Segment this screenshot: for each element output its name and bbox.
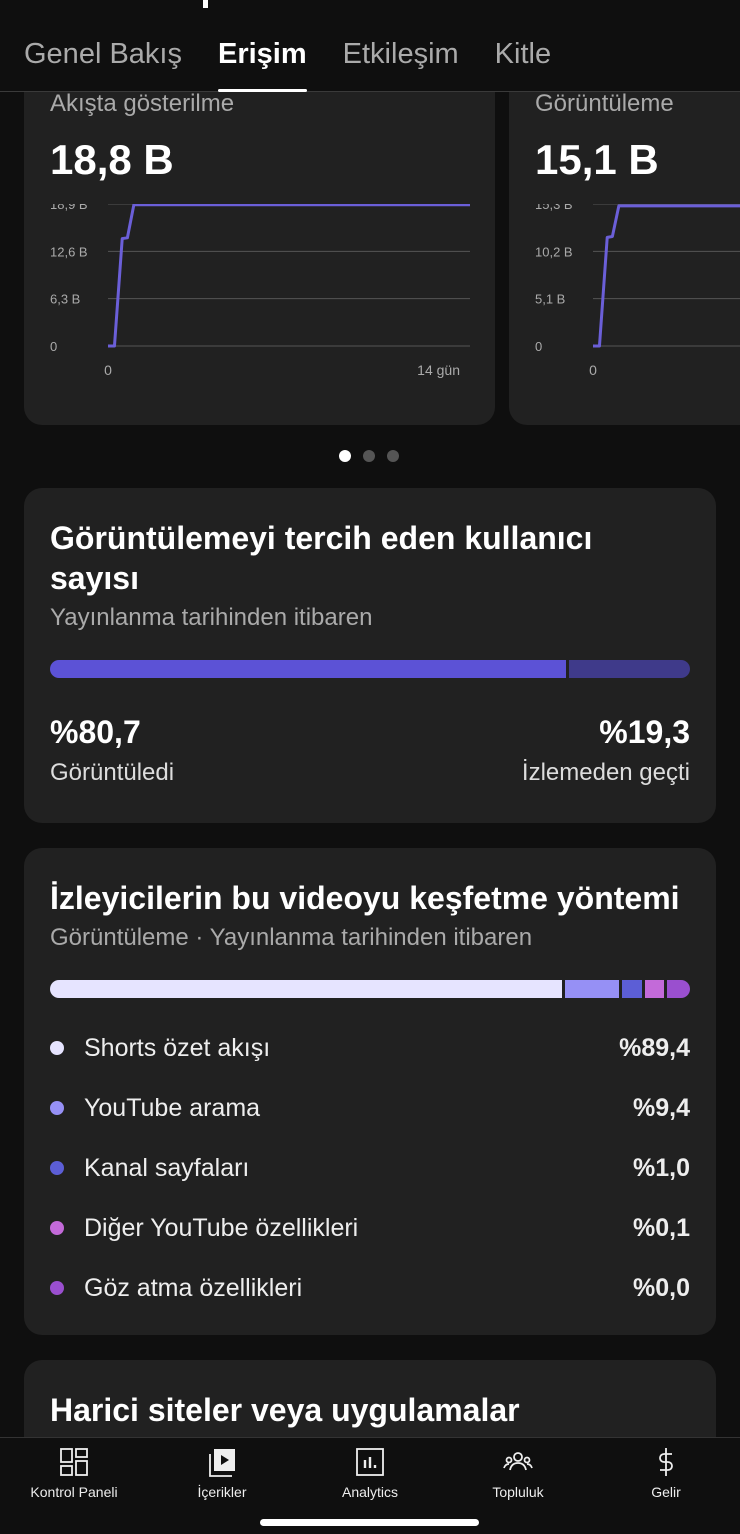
nav-dashboard[interactable]: Kontrol Paneli (0, 1438, 148, 1509)
discovery-item[interactable]: Göz atma özellikleri %0,0 (50, 1258, 690, 1318)
preference-bar (50, 660, 690, 678)
bottom-nav: Kontrol Paneli İçerikler Analytics Toplu… (0, 1437, 740, 1509)
discovery-item-value: %0,0 (633, 1273, 690, 1302)
title-fragment (203, 0, 208, 8)
x-tick-label: 0 (589, 362, 597, 378)
legend-bullet (50, 1161, 64, 1175)
tab-reach[interactable]: Erişim (217, 38, 307, 92)
tab-bar: Genel Bakış Erişim Etkileşim Kitle (24, 38, 587, 92)
x-tick-label: 14 gün (417, 362, 460, 378)
views-chart: 0 5,1 B 10,2 B 15,3 B 0 (535, 204, 740, 378)
carousel-indicator (339, 450, 399, 462)
discovery-segment (50, 980, 562, 998)
y-tick-label: 0 (50, 339, 57, 354)
discovery-item-label: Diğer YouTube özellikleri (84, 1213, 359, 1242)
y-tick-label: 10,2 B (535, 244, 573, 259)
legend-bullet (50, 1101, 64, 1115)
home-indicator[interactable] (260, 1519, 479, 1526)
discovery-item-label: Göz atma özellikleri (84, 1273, 303, 1302)
x-tick-label: 0 (104, 362, 112, 378)
nav-label: Analytics (341, 1484, 399, 1500)
series-line (593, 204, 740, 348)
metric-card-impressions[interactable]: Akışta gösterilme 18,8 B 0 6,3 B 12,6 B 18,… (24, 92, 495, 425)
discovery-item[interactable]: Shorts özet akışı %89,4 (50, 1018, 690, 1078)
nav-label: Gelir (651, 1484, 681, 1500)
dollar-icon (659, 1448, 673, 1476)
discovery-item[interactable]: YouTube arama %9,4 (50, 1078, 690, 1138)
discovery-item[interactable]: Kanal sayfaları %1,0 (50, 1138, 690, 1198)
carousel-dot[interactable] (363, 450, 375, 462)
tab-overview[interactable]: Genel Bakış (24, 38, 182, 91)
header: Genel Bakış Erişim Etkileşim Kitle (0, 0, 740, 92)
discovery-item-value: %0,1 (633, 1213, 690, 1242)
legend-bullet (50, 1221, 64, 1235)
metric-value: 15,1 B (535, 136, 659, 183)
y-tick-label: 15,3 B (535, 204, 573, 212)
nav-earn[interactable]: Gelir (592, 1438, 740, 1509)
y-tick-label: 6,3 B (50, 292, 80, 307)
preference-title: Görüntülemeyi tercih eden kullanıcı sayı… (50, 520, 593, 596)
preference-subtitle: Yayınlanma tarihinden itibaren (50, 604, 373, 631)
discovery-segment (622, 980, 642, 998)
discovery-title: İzleyicilerin bu videoyu keşfetme yöntem… (50, 880, 680, 916)
skipped-percent: %19,3 (599, 714, 690, 750)
y-tick-label: 18,9 B (50, 204, 88, 212)
impressions-chart: 0 6,3 B 12,6 B 18,9 B 0 14 gün (50, 204, 470, 378)
metric-title: Akışta gösterilme (50, 92, 235, 117)
viewed-segment (50, 660, 567, 678)
external-title: Harici siteler veya uygulamalar (50, 1392, 520, 1428)
legend-bullet (50, 1041, 64, 1055)
skipped-segment (569, 660, 690, 678)
discovery-list: Shorts özet akışı %89,4 YouTube arama %9,4 K… (50, 1018, 690, 1318)
content-scroll[interactable]: Akışta gösterilme 18,8 B 0 6,3 B 12,6 B 18,… (0, 92, 740, 1437)
discovery-item-value: %9,4 (633, 1093, 690, 1122)
external-card: Harici siteler veya uygulamalar (24, 1360, 716, 1437)
viewed-percent: %80,7 (50, 714, 141, 750)
analytics-icon (356, 1448, 384, 1476)
discovery-item-label: YouTube arama (84, 1093, 261, 1122)
carousel-dot[interactable] (339, 450, 351, 462)
viewed-label: Görüntüledi (50, 759, 175, 786)
carousel-dot[interactable] (387, 450, 399, 462)
discovery-segment (565, 980, 620, 998)
series-line (108, 204, 470, 348)
legend-bullet (50, 1281, 64, 1295)
nav-label: İçerikler (197, 1484, 247, 1500)
y-tick-label: 5,1 B (535, 292, 565, 307)
discovery-subtitle: Görüntüleme · Yayınlanma tarihinden itib… (50, 924, 533, 951)
discovery-item[interactable]: Diğer YouTube özellikleri %0,1 (50, 1198, 690, 1258)
nav-label: Topluluk (492, 1484, 544, 1500)
y-tick-label: 0 (535, 339, 542, 354)
tab-audience[interactable]: Kitle (495, 38, 551, 91)
y-tick-label: 12,6 B (50, 244, 88, 259)
nav-community[interactable]: Topluluk (444, 1438, 592, 1509)
skipped-label: İzlemeden geçti (521, 759, 690, 786)
discovery-item-value: %1,0 (633, 1153, 690, 1182)
nav-label: Kontrol Paneli (30, 1484, 118, 1500)
metric-card-views[interactable]: Görüntüleme 15,1 B 0 5,1 B 10,2 B 15,3 B 0 (509, 92, 740, 425)
discovery-segment (666, 980, 690, 998)
discovery-segment (644, 980, 664, 998)
nav-content[interactable]: İçerikler (148, 1438, 296, 1509)
discovery-item-label: Shorts özet akışı (84, 1033, 271, 1062)
discovery-card: İzleyicilerin bu videoyu keşfetme yöntem… (24, 848, 716, 1335)
discovery-item-value: %89,4 (619, 1033, 690, 1062)
preference-card: Görüntülemeyi tercih eden kullanıcı sayı… (24, 488, 716, 823)
discovery-item-label: Kanal sayfaları (84, 1153, 250, 1182)
dashboard-icon (60, 1448, 88, 1476)
community-icon (503, 1452, 533, 1471)
discovery-bar (50, 980, 690, 998)
metric-value: 18,8 B (50, 136, 174, 183)
nav-analytics[interactable]: Analytics (296, 1438, 444, 1509)
content-icon (209, 1449, 235, 1477)
metric-title: Görüntüleme (535, 92, 674, 117)
tab-engagement[interactable]: Etkileşim (343, 38, 459, 91)
